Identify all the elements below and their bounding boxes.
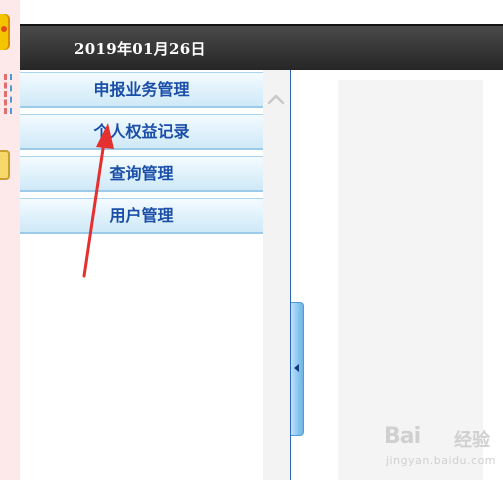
menu-item-query-management[interactable]: 查询管理 xyxy=(20,156,263,192)
header-bar: 2019年01月26日 xyxy=(20,24,503,70)
top-strip xyxy=(20,0,503,24)
collapse-sidebar-button[interactable] xyxy=(291,302,304,436)
watermark-text: 经验 xyxy=(454,430,490,451)
watermark: Bai 经验 jingyan.baidu.com xyxy=(384,424,499,472)
menu-item-user-management[interactable]: 用户管理 xyxy=(20,198,263,234)
menu-scrollbar[interactable] xyxy=(263,70,290,480)
menu-item-personal-rights-record[interactable]: 个人权益记录 xyxy=(20,114,263,150)
left-sidebar-strip xyxy=(0,0,20,480)
triangle-left-icon xyxy=(294,364,299,372)
chevron-up-icon[interactable] xyxy=(267,92,285,106)
watermark-logo: Bai xyxy=(384,424,421,449)
menu-item-declaration-management[interactable]: 申报业务管理 xyxy=(20,72,263,108)
ribbon-icon xyxy=(4,74,12,114)
header-date: 2019年01月26日 xyxy=(74,40,206,58)
rss-icon[interactable] xyxy=(0,14,10,50)
menu-panel: 申报业务管理 个人权益记录 查询管理 用户管理 xyxy=(20,70,263,480)
tool-button-icon[interactable] xyxy=(0,150,10,180)
watermark-sub: jingyan.baidu.com xyxy=(386,454,497,467)
content-panel xyxy=(338,80,483,480)
